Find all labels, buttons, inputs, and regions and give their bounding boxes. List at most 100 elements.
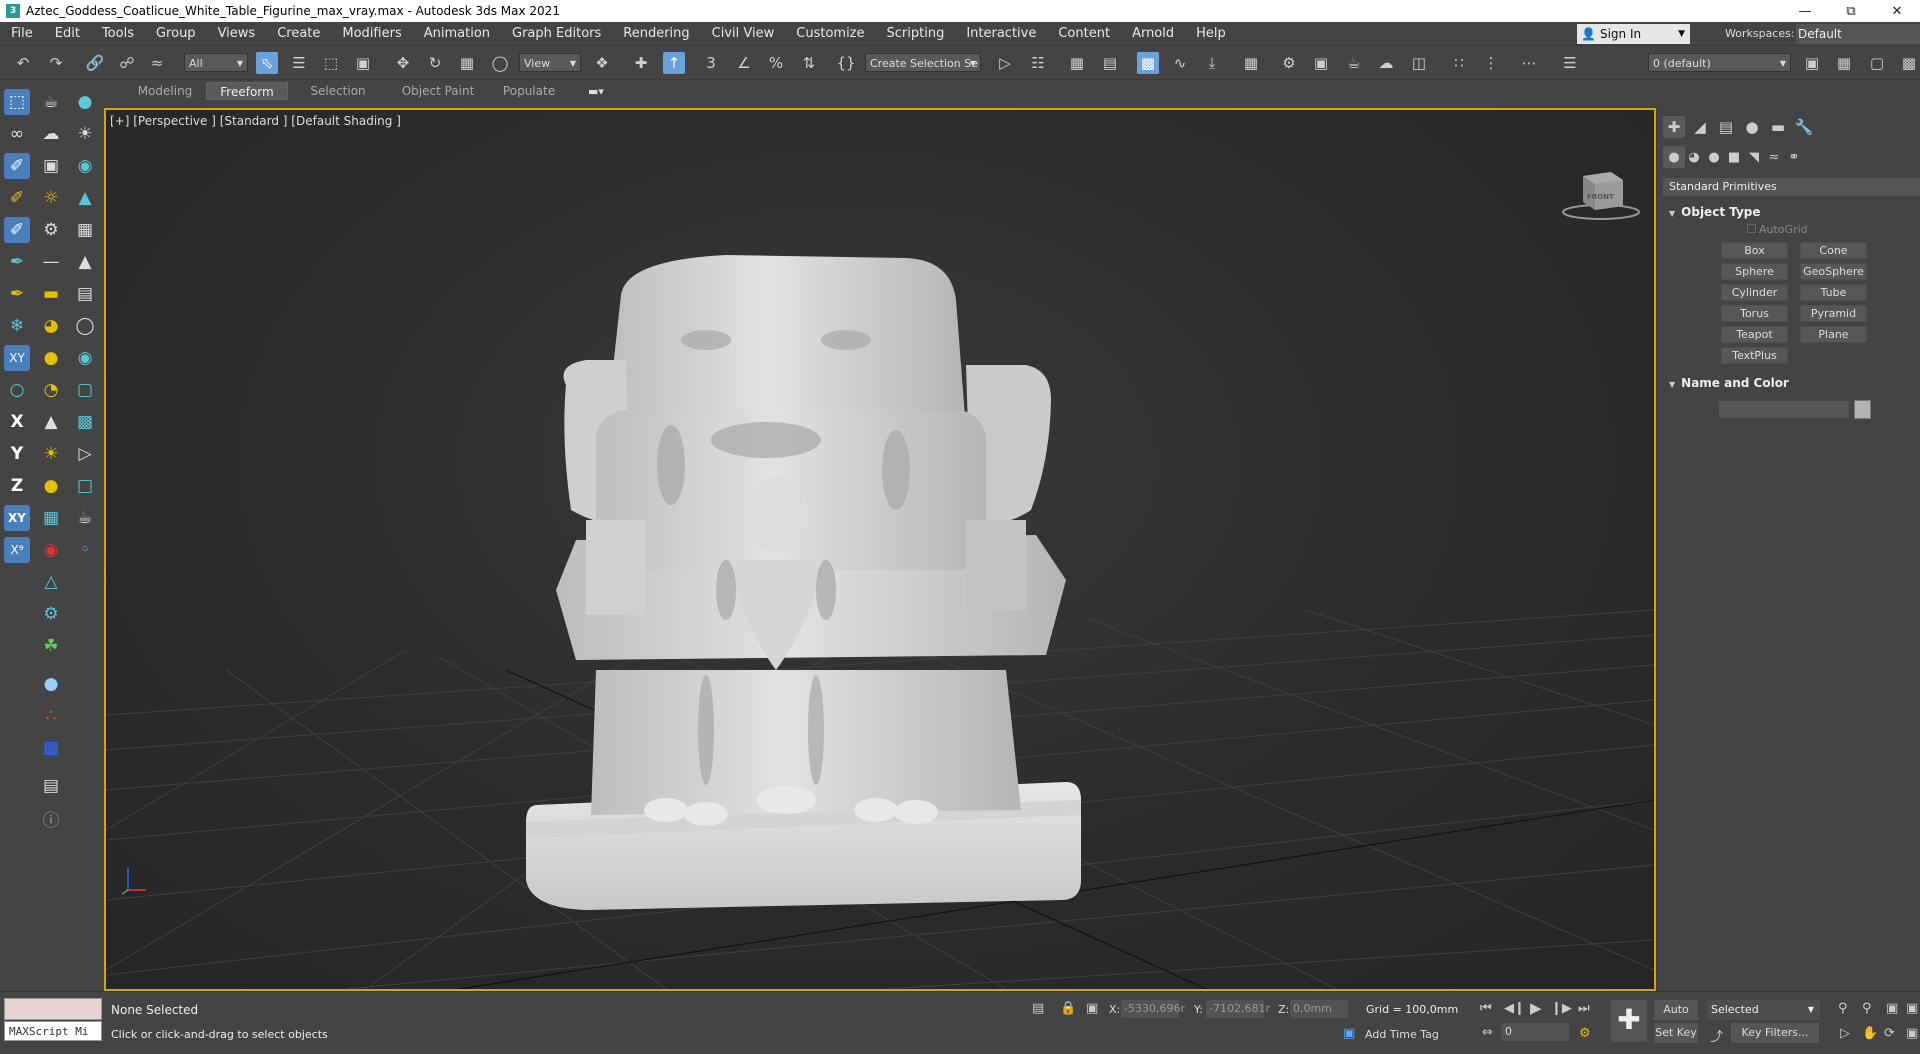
- geosphere-button[interactable]: GeoSphere: [1800, 263, 1867, 280]
- box-button[interactable]: Box: [1721, 242, 1788, 259]
- render-setup-icon[interactable]: ⚙: [1278, 52, 1300, 74]
- pen-icon[interactable]: ✒: [4, 249, 30, 275]
- menu-civil-view[interactable]: Civil View: [701, 22, 786, 46]
- viewcube-label[interactable]: FRONT: [1587, 193, 1614, 201]
- maxscript-listener-input[interactable]: MAXScript Mi: [4, 1021, 102, 1041]
- panel-icon[interactable]: ▩: [72, 409, 98, 435]
- axis-x-constraint[interactable]: X: [4, 409, 30, 435]
- sun-icon[interactable]: ☀: [72, 121, 98, 147]
- cube-gizmo-icon[interactable]: ▩: [38, 735, 64, 761]
- mirror-icon[interactable]: ▷: [994, 52, 1016, 74]
- orbit-icon[interactable]: ⟳: [1884, 1026, 1895, 1041]
- disc-icon[interactable]: ●: [38, 473, 64, 499]
- particles-icon[interactable]: ∴: [38, 703, 64, 729]
- lasso-icon[interactable]: ∞: [4, 121, 30, 147]
- absolute-mode-icon[interactable]: ▣: [1086, 1001, 1098, 1016]
- video-icon[interactable]: ▷: [72, 441, 98, 467]
- axis-xy-lock-icon[interactable]: X⁹: [4, 537, 30, 563]
- globe-small-icon[interactable]: ○: [4, 377, 30, 403]
- menu-group[interactable]: Group: [145, 22, 207, 46]
- name-and-color-rollout-header[interactable]: ▼ Name and Color: [1669, 376, 1789, 390]
- set-key-button[interactable]: Set Key: [1654, 1023, 1698, 1043]
- tab-populate[interactable]: Populate: [488, 82, 570, 100]
- tree-icon[interactable]: ▲: [72, 185, 98, 211]
- tab-freeform[interactable]: Freeform: [206, 82, 288, 100]
- tab-selection[interactable]: Selection: [288, 82, 388, 100]
- key-mode-toggle-icon[interactable]: ⇔: [1482, 1025, 1493, 1040]
- cloud-icon[interactable]: ☁: [38, 121, 64, 147]
- render-cloud-icon[interactable]: ☁: [1375, 52, 1397, 74]
- workspace-dropdown[interactable]: Default: [1796, 24, 1920, 44]
- time-tag-icon[interactable]: ▣: [1343, 1026, 1355, 1041]
- select-by-name-icon[interactable]: ☰: [288, 52, 310, 74]
- shapes-icon[interactable]: ◕: [1683, 146, 1705, 168]
- space-warps-icon[interactable]: ≈: [1763, 146, 1785, 168]
- viewport-label[interactable]: [+] [Perspective ] [Standard ] [Default …: [110, 114, 401, 128]
- snowflake-icon[interactable]: ❄: [4, 313, 30, 339]
- bind-space-warp-icon[interactable]: ≈: [146, 52, 168, 74]
- spinner-snap-icon[interactable]: ⇅: [798, 52, 820, 74]
- bulb-icon[interactable]: ☼: [38, 185, 64, 211]
- menu-create[interactable]: Create: [266, 22, 331, 46]
- autogrid-checkbox[interactable]: AutoGrid: [1747, 223, 1808, 236]
- modify-tab-icon[interactable]: ◢: [1689, 116, 1711, 138]
- hierarchy-tab-icon[interactable]: ▤: [1715, 116, 1737, 138]
- teapot-icon[interactable]: ☕: [38, 89, 64, 115]
- move-icon[interactable]: ✥: [392, 52, 414, 74]
- material-editor-icon[interactable]: ▦: [1240, 52, 1262, 74]
- field-of-view-icon[interactable]: ▷: [1840, 1026, 1850, 1041]
- grass-icon[interactable]: ☘: [38, 633, 64, 659]
- edit-named-selection-icon[interactable]: {}: [835, 52, 857, 74]
- select-object-icon[interactable]: ⬁: [256, 52, 278, 74]
- axis-z-constraint[interactable]: Z: [4, 473, 30, 499]
- create-layer-icon[interactable]: ▣: [1801, 52, 1823, 74]
- select-manipulate-icon[interactable]: ✚: [630, 52, 652, 74]
- systems-icon[interactable]: ⚭: [1783, 146, 1805, 168]
- menu-interactive[interactable]: Interactive: [955, 22, 1047, 46]
- help-icon[interactable]: ⓘ: [38, 805, 64, 831]
- sign-in-button[interactable]: 👤 Sign In ▼: [1577, 24, 1690, 44]
- maxscript-output[interactable]: [4, 998, 102, 1020]
- spotlight-icon[interactable]: ▲: [72, 249, 98, 275]
- display-tab-icon[interactable]: ▬: [1767, 116, 1789, 138]
- clipboard-icon[interactable]: ▤: [38, 773, 64, 799]
- brush-select-icon[interactable]: ✐: [4, 217, 30, 243]
- go-to-start-icon[interactable]: ⏮: [1480, 1001, 1492, 1016]
- unlink-icon[interactable]: ☍: [116, 52, 138, 74]
- perspective-viewport[interactable]: [+] [Perspective ] [Standard ] [Default …: [104, 108, 1656, 991]
- next-frame-icon[interactable]: ❙▶: [1551, 1001, 1572, 1016]
- pyramid-button[interactable]: Pyramid: [1800, 305, 1867, 322]
- tab-modeling[interactable]: Modeling: [124, 82, 206, 100]
- ball-icon[interactable]: ●: [38, 671, 64, 697]
- pivot-center-icon[interactable]: ❖: [591, 52, 613, 74]
- minimize-icon[interactable]: —: [1782, 0, 1828, 22]
- redo-icon[interactable]: ↷: [45, 52, 67, 74]
- select-in-layer-icon[interactable]: ▢: [1866, 52, 1888, 74]
- time-config-icon[interactable]: ⚙: [1579, 1026, 1591, 1041]
- menu-scripting[interactable]: Scripting: [876, 22, 956, 46]
- select-tool-icon[interactable]: ⬚: [4, 89, 30, 115]
- undo-icon[interactable]: ↶: [12, 52, 34, 74]
- restore-icon[interactable]: ⧉: [1828, 0, 1874, 22]
- lights-icon[interactable]: ●: [1703, 146, 1725, 168]
- bulb-outline-icon[interactable]: ◦: [72, 537, 98, 563]
- paint-select-icon[interactable]: ✐: [4, 153, 30, 179]
- menu-content[interactable]: Content: [1047, 22, 1121, 46]
- rendered-frame-icon[interactable]: ▣: [1310, 52, 1332, 74]
- auto-key-button[interactable]: Auto K...: [1654, 1000, 1698, 1036]
- x-coord-field[interactable]: -5330,696r: [1121, 1000, 1185, 1018]
- go-to-end-icon[interactable]: ⏭: [1578, 1001, 1590, 1016]
- z-coord-field[interactable]: 0,0mm: [1290, 1000, 1348, 1018]
- cameras-icon[interactable]: ■: [1723, 146, 1745, 168]
- window-crossing-icon[interactable]: ▣: [352, 52, 374, 74]
- doc-icon[interactable]: ▤: [72, 281, 98, 307]
- sunburst-icon[interactable]: ☀: [38, 441, 64, 467]
- frame-icon[interactable]: □: [72, 473, 98, 499]
- lock-selection-icon[interactable]: 🔒: [1060, 1001, 1076, 1016]
- menu-graph-editors[interactable]: Graph Editors: [501, 22, 612, 46]
- menu-views[interactable]: Views: [207, 22, 267, 46]
- key-tangent-icon[interactable]: ⤴: [1710, 1026, 1723, 1045]
- ribbon-options-icon[interactable]: ▬▾: [588, 85, 604, 98]
- render-icon[interactable]: ☕: [1343, 52, 1365, 74]
- light-icon[interactable]: ●: [72, 89, 98, 115]
